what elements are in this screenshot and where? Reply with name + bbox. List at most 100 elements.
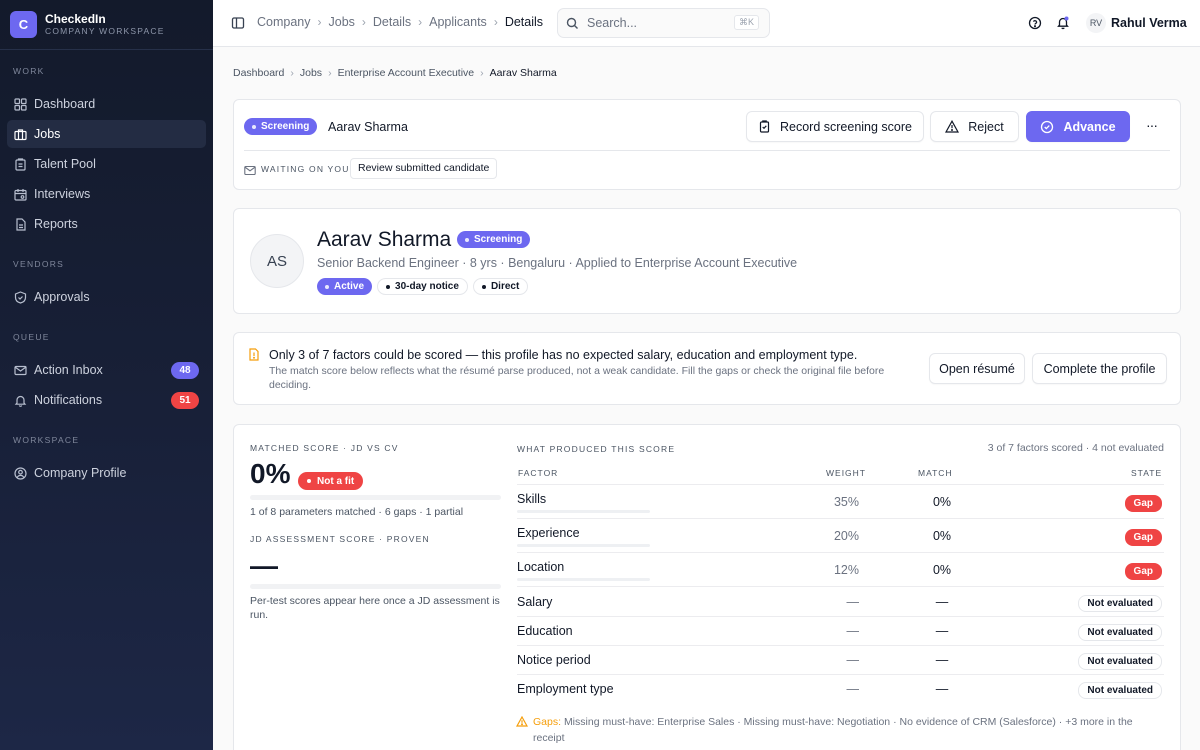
section-label-queue: QUEUE	[13, 332, 50, 342]
search-shortcut: ⌘K	[733, 15, 759, 30]
breadcrumb: Dashboard › Jobs › Enterprise Account Ex…	[233, 67, 557, 79]
factor-row-notice-period[interactable]: Notice period — — Not evaluated	[517, 645, 1164, 674]
stage-badge-label: Screening	[261, 121, 310, 132]
breadcrumb-jobs[interactable]: Jobs	[300, 67, 322, 79]
sidebar-item-label: Talent Pool	[34, 157, 96, 171]
help-icon[interactable]	[1028, 16, 1042, 35]
assessment-score-label: JD ASSESSMENT SCORE · PROVEN	[250, 534, 430, 544]
factor-weight: —	[846, 624, 860, 638]
sidebar-item-approvals[interactable]: Approvals	[7, 283, 206, 311]
factor-match: —	[935, 624, 949, 638]
factor-row-skills[interactable]: Skills 35% 0% Gap	[517, 484, 1164, 519]
clipboard-check-icon	[758, 120, 771, 133]
candidate-avatar: AS	[250, 234, 304, 288]
action-inbox-count-badge: 48	[171, 362, 199, 379]
factor-state-badge: Gap	[1124, 563, 1162, 580]
factor-state-badge: Not evaluated	[1078, 682, 1162, 699]
notifications-count-badge: 51	[171, 392, 199, 409]
matched-score-bar	[250, 495, 501, 500]
weight-column-header: WEIGHT	[826, 468, 866, 478]
factor-match: —	[935, 682, 949, 696]
waiting-task-chip[interactable]: Review submitted candidate	[350, 158, 498, 179]
factor-weight: 35%	[833, 495, 859, 509]
user-circle-icon	[13, 466, 27, 480]
status-tag-label: Active	[334, 281, 365, 292]
sidebar-item-label: Jobs	[34, 127, 61, 141]
user-name[interactable]: Rahul Verma	[1111, 16, 1187, 30]
open-resume-button[interactable]: Open résumé	[929, 353, 1025, 384]
topbar-crumb-details[interactable]: Details	[373, 15, 411, 29]
matched-score-label: MATCHED SCORE · JD VS CV	[250, 443, 399, 453]
brand[interactable]: C CheckedIn COMPANY WORKSPACE	[0, 0, 213, 50]
factor-state-badge: Gap	[1124, 529, 1162, 546]
topbar-crumb-applicants[interactable]: Applicants	[429, 15, 487, 29]
sidebar-item-dashboard[interactable]: Dashboard	[7, 90, 206, 118]
factor-name: Experience	[517, 526, 580, 540]
alert-title: Only 3 of 7 factors could be scored — th…	[269, 348, 858, 362]
factor-match: 0%	[932, 495, 952, 509]
profile-stage-badge: Screening	[457, 231, 531, 248]
factor-match: 0%	[932, 563, 952, 577]
sidebar-item-jobs[interactable]: Jobs	[7, 120, 206, 148]
more-options-icon[interactable]: ···	[1146, 117, 1158, 133]
factor-state-badge: Not evaluated	[1078, 653, 1162, 670]
gaps-text: Missing must-have: Enterprise Sales · Mi…	[533, 716, 1133, 744]
factor-weight: 20%	[833, 529, 859, 543]
sidebar-item-company-profile[interactable]: Company Profile	[7, 459, 206, 487]
breadcrumb-job[interactable]: Enterprise Account Executive	[338, 67, 475, 79]
source-tag-label: Direct	[490, 281, 520, 292]
factors-title: WHAT PRODUCED THIS SCORE	[517, 444, 676, 454]
factor-progress-bar	[517, 544, 650, 547]
sidebar-item-notifications[interactable]: Notifications 51	[7, 386, 206, 414]
search-input[interactable]: Search... ⌘K	[557, 8, 770, 38]
brand-name: CheckedIn	[45, 11, 106, 26]
chevron-right-icon: ›	[361, 15, 366, 29]
sidebar: C CheckedIn COMPANY WORKSPACE WORK Dashb…	[0, 0, 213, 750]
topbar-crumb-company[interactable]: Company	[257, 15, 311, 29]
factor-name: Salary	[517, 595, 553, 609]
bell-icon	[13, 393, 27, 407]
sidebar-item-interviews[interactable]: Interviews	[7, 180, 206, 208]
factor-state-badge: Not evaluated	[1078, 624, 1162, 641]
reject-button[interactable]: Reject	[930, 111, 1019, 142]
assessment-score-bar	[250, 584, 501, 589]
record-screening-score-button[interactable]: Record screening score	[746, 111, 924, 142]
sidebar-item-talent-pool[interactable]: Talent Pool	[7, 150, 206, 178]
reject-label: Reject	[968, 119, 1004, 134]
notice-tag: 30-day notice	[377, 278, 468, 295]
sidebar-toggle-icon[interactable]	[231, 16, 245, 30]
factor-name: Skills	[517, 492, 547, 506]
complete-profile-button[interactable]: Complete the profile	[1032, 353, 1167, 384]
matched-score-value: 0%	[250, 458, 291, 489]
notice-tag-label: 30-day notice	[395, 281, 459, 292]
factor-match: —	[935, 653, 949, 667]
stage-badge: Screening	[244, 118, 318, 135]
factor-row-experience[interactable]: Experience 20% 0% Gap	[517, 518, 1164, 553]
user-avatar[interactable]: RV	[1086, 13, 1106, 33]
sidebar-item-label: Approvals	[34, 290, 90, 304]
factor-weight: —	[846, 595, 860, 609]
mail-icon	[244, 163, 256, 181]
sidebar-item-label: Company Profile	[34, 466, 127, 480]
breadcrumb-dashboard[interactable]: Dashboard	[233, 67, 284, 79]
notification-bell-icon[interactable]	[1056, 15, 1070, 35]
gaps-warning-icon	[515, 714, 529, 732]
gaps-label: Gaps:	[533, 716, 562, 728]
factor-row-education[interactable]: Education — — Not evaluated	[517, 616, 1164, 645]
factor-progress-bar	[517, 578, 650, 581]
sidebar-item-reports[interactable]: Reports	[7, 210, 206, 238]
topbar-crumb-jobs[interactable]: Jobs	[329, 15, 355, 29]
factor-row-employment-type[interactable]: Employment type — — Not evaluated	[517, 674, 1164, 704]
advance-button[interactable]: Advance	[1026, 111, 1130, 142]
sidebar-item-action-inbox[interactable]: Action Inbox 48	[7, 356, 206, 384]
factor-weight: 12%	[833, 563, 859, 577]
grid-icon	[13, 97, 27, 111]
advance-label: Advance	[1063, 119, 1116, 134]
sidebar-item-label: Dashboard	[34, 97, 96, 111]
brand-logo: C	[10, 11, 37, 38]
factor-row-salary[interactable]: Salary — — Not evaluated	[517, 586, 1164, 616]
candidate-name: Aarav Sharma	[328, 120, 408, 134]
shield-check-icon	[13, 290, 27, 304]
factor-row-location[interactable]: Location 12% 0% Gap	[517, 552, 1164, 587]
factor-state-badge: Not evaluated	[1078, 595, 1162, 612]
